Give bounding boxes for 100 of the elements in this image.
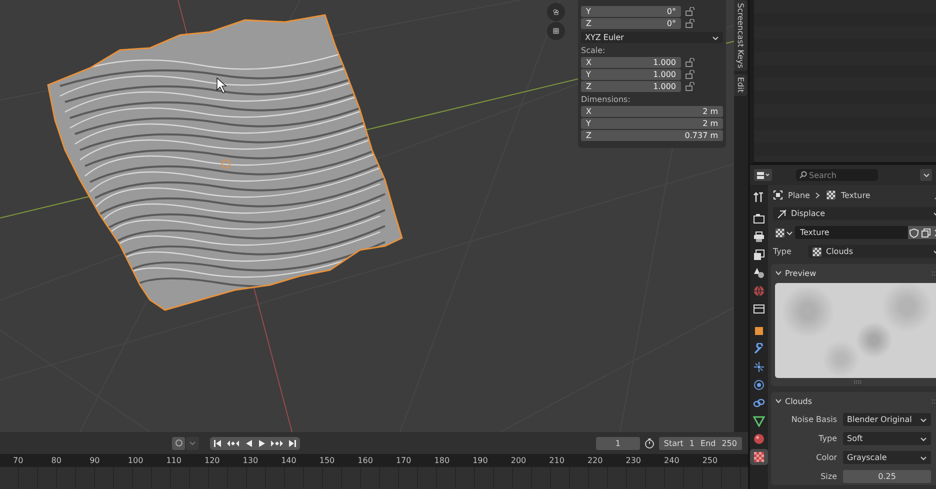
dropdown-value: Grayscale: [847, 453, 887, 462]
field-label: Type: [773, 247, 792, 256]
frame-number: 130: [242, 455, 260, 467]
caret-icon: [920, 416, 927, 422]
dropdown-field[interactable]: Grayscale: [843, 451, 931, 464]
caret-icon: [189, 440, 196, 446]
dropdown-field[interactable]: Soft: [843, 432, 931, 445]
frame-number: 140: [281, 455, 298, 467]
number-field[interactable]: 0.25: [843, 470, 931, 483]
camera-icon: [553, 6, 559, 18]
number-field[interactable]: X 1.000: [581, 57, 681, 68]
search-field[interactable]: Search: [796, 169, 878, 181]
fake-user-button[interactable]: [908, 226, 920, 239]
editor-type-button[interactable]: [754, 169, 772, 181]
panel-header[interactable]: Clouds: [775, 395, 936, 407]
end-label: End: [700, 438, 716, 448]
frame-number: 100: [128, 455, 144, 467]
camera-back-icon: [753, 213, 765, 225]
dropdown-value: Displace: [791, 209, 826, 218]
triangle-icon: [753, 415, 765, 427]
axis-label: X: [586, 107, 592, 116]
image-stack-icon: [753, 249, 765, 261]
wrench-icon: [753, 343, 765, 355]
link-icon: [753, 397, 765, 409]
checkerboard-icon: [812, 246, 822, 256]
frame-number: 230: [626, 455, 642, 467]
frame-range-field[interactable]: Start 1 End 250: [658, 436, 742, 450]
texture-browse-button[interactable]: [773, 226, 795, 239]
square-icon: [753, 325, 765, 337]
number-field[interactable]: Z 0.737 m: [581, 130, 723, 141]
panel-title: Clouds: [785, 396, 812, 406]
camera-hand-button[interactable]: [547, 3, 565, 21]
field-label: Size: [820, 472, 838, 481]
frame-number: 80: [51, 455, 62, 467]
panel-title: Preview: [785, 268, 816, 278]
dropdown-field[interactable]: Blender Original: [843, 413, 931, 426]
field-value: 1.000: [653, 82, 676, 91]
end-value: 250: [722, 438, 737, 448]
number-field[interactable]: Z 0°: [581, 18, 681, 29]
dropdown-value: XYZ Euler: [585, 33, 624, 42]
current-frame-field[interactable]: 1: [596, 436, 640, 450]
number-field[interactable]: Z 1.000: [581, 81, 681, 92]
frame-number: 110: [166, 455, 182, 467]
section-label: Dimensions:: [581, 95, 632, 104]
breadcrumb-item[interactable]: Plane: [788, 190, 810, 200]
modifier-dropdown[interactable]: Displace: [773, 207, 936, 220]
keying-button[interactable]: [172, 436, 185, 450]
caret-icon: [920, 436, 927, 442]
resize-grip-icon[interactable]: [854, 380, 862, 384]
texture-name-field[interactable]: Texture: [795, 226, 908, 239]
particles-icon: [753, 361, 765, 373]
number-field[interactable]: Y 2 m: [581, 118, 723, 129]
number-field[interactable]: Y 1.000: [581, 69, 681, 80]
dropdown-value: Clouds: [826, 247, 854, 256]
sidebar-tab[interactable]: Screencast Keys: [734, 0, 747, 72]
sidebar-tab[interactable]: Edit: [734, 74, 747, 96]
frame-number: 180: [434, 455, 451, 467]
unlocked-padlock-icon[interactable]: [685, 19, 695, 28]
caret-icon: [920, 454, 927, 460]
panel-header[interactable]: Preview: [775, 267, 936, 279]
unlocked-padlock-icon[interactable]: [685, 70, 695, 79]
unlocked-padlock-icon[interactable]: [685, 7, 695, 16]
dropdown-value: Blender Original: [847, 415, 912, 424]
unlocked-padlock-icon[interactable]: [685, 58, 695, 67]
field-value: 2 m: [702, 119, 718, 128]
checkerboard-icon: [753, 451, 765, 463]
texture-type-dropdown[interactable]: Clouds: [808, 245, 936, 258]
properties-tab[interactable]: [750, 449, 768, 465]
frame-number: 200: [510, 455, 528, 467]
chevron-right-icon: [814, 192, 821, 198]
previous-keyframe-icon: [226, 438, 240, 448]
mouse-cursor-icon: [216, 77, 227, 94]
start-value: 1: [689, 438, 695, 448]
next-keyframe-icon: [270, 438, 284, 448]
section-label: Scale:: [581, 46, 606, 55]
editor-type-icon: [756, 170, 770, 180]
frame-number: 90: [90, 455, 101, 467]
field-label: Type: [818, 434, 838, 443]
stopwatch-icon[interactable]: [644, 438, 655, 448]
number-field[interactable]: X 2 m: [581, 106, 723, 117]
play-reverse-icon: [244, 438, 253, 448]
axis-label: Z: [586, 131, 592, 140]
sphere-icon: [753, 433, 765, 445]
breadcrumb-item[interactable]: Texture: [840, 190, 870, 200]
options-dropdown[interactable]: [920, 169, 932, 181]
dropdown-value: Soft: [847, 434, 863, 443]
axis-label: Z: [586, 82, 592, 91]
caret-icon: [786, 230, 793, 236]
search-icon: [799, 171, 807, 179]
rotation-mode-dropdown[interactable]: XYZ Euler: [581, 32, 723, 43]
field-value: 0°: [666, 7, 676, 16]
caret-icon: [712, 34, 719, 40]
copy-icon: [921, 228, 931, 238]
keying-dropdown[interactable]: [186, 436, 199, 450]
grid-toggle-button[interactable]: [547, 22, 565, 40]
axis-label: Z: [586, 19, 592, 28]
number-field[interactable]: Y 0°: [581, 6, 681, 17]
duplicate-button[interactable]: [920, 226, 932, 239]
grid-icon: [553, 25, 559, 37]
unlocked-padlock-icon[interactable]: [685, 82, 695, 91]
